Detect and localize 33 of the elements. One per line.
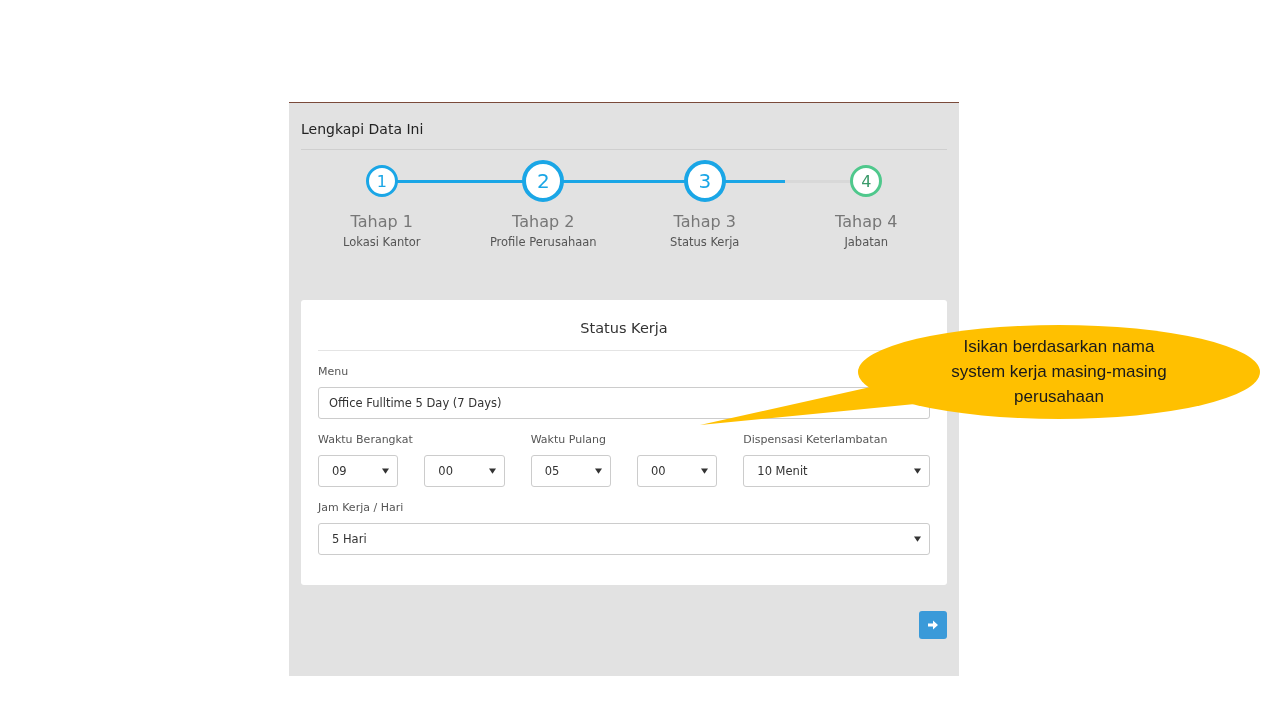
panel-title: Lengkapi Data Ini (301, 121, 947, 150)
step-title: Tahap 4 (835, 212, 898, 231)
step-title: Tahap 2 (512, 212, 575, 231)
select-field[interactable]: 00 (424, 455, 505, 487)
caret-icon (914, 536, 921, 542)
step-title: Tahap 3 (673, 212, 736, 231)
step-subtitle: Profile Perusahaan (489, 235, 597, 249)
step-circle: 1 (365, 165, 398, 197)
select-field[interactable]: 05 (530, 455, 611, 487)
arrow-right-icon (928, 620, 938, 630)
select-field[interactable]: 09 (318, 455, 399, 487)
caret-icon (382, 468, 390, 474)
step-circle: 3 (683, 160, 726, 202)
caret-icon (488, 468, 496, 474)
step-subtitle: Status Kerja (670, 235, 740, 249)
field-label: Dispensasi Keterlambatan (743, 433, 889, 446)
caret-icon (914, 468, 921, 474)
next-button[interactable] (919, 611, 947, 639)
field-label: Menu (318, 365, 350, 378)
select-field[interactable]: 00 (637, 455, 718, 487)
step-subtitle: Jabatan (844, 235, 889, 249)
caret-icon (595, 468, 602, 474)
step-title: Tahap 1 (350, 212, 413, 231)
step-circle: 2 (522, 160, 565, 202)
step-circle: 4 (850, 165, 883, 197)
field-label: Waktu Pulang (530, 433, 607, 446)
select-field[interactable]: 5 Hari (318, 523, 930, 555)
caret-icon (701, 468, 709, 474)
step-subtitle: Lokasi Kantor (342, 235, 421, 249)
field-label: Jam Kerja / Hari (318, 501, 405, 514)
callout-text: Isikan berdasarkan nama system kerja masing-masing perusahaan (950, 336, 1168, 408)
field-label: Waktu Berangkat (318, 433, 414, 446)
select-field[interactable]: 10 Menit (743, 455, 930, 487)
